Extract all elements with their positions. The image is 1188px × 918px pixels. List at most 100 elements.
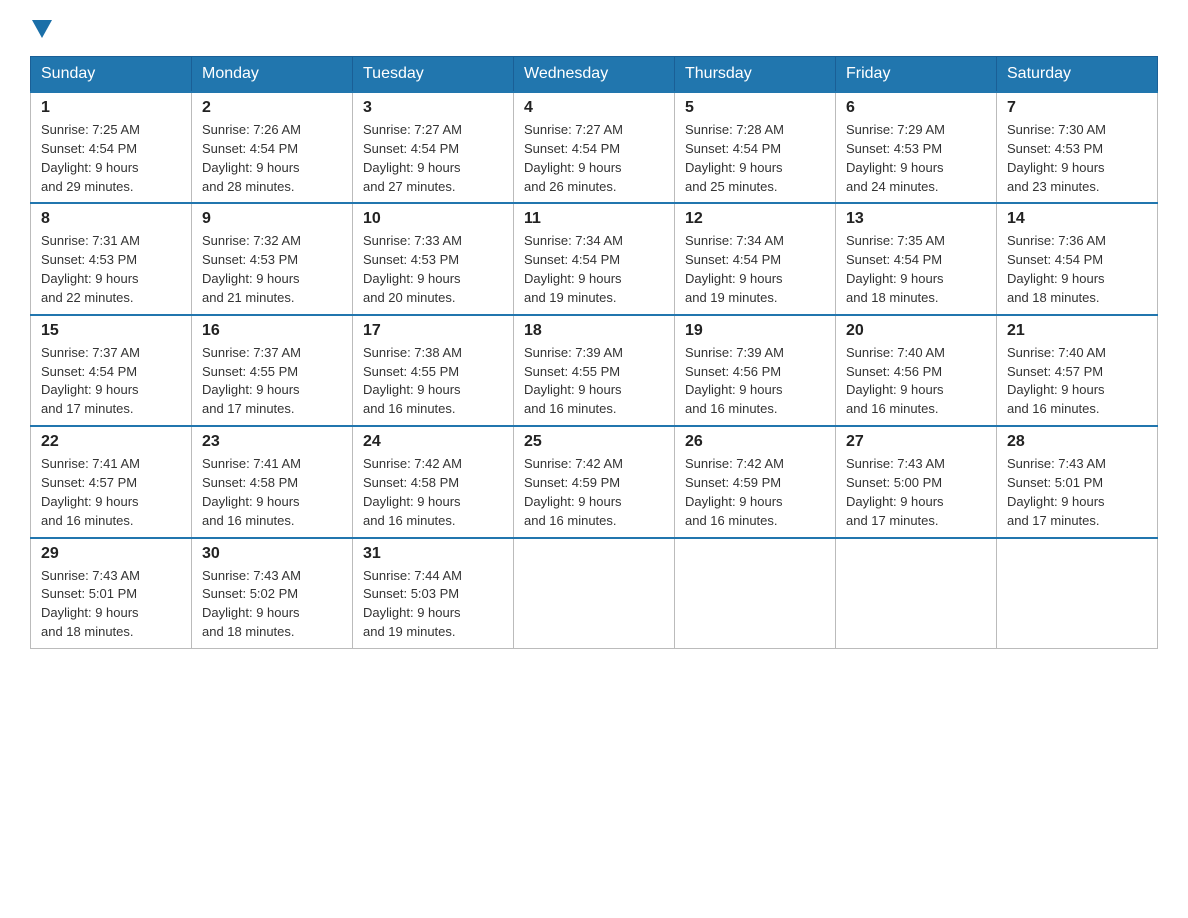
day-info: Sunrise: 7:30 AMSunset: 4:53 PMDaylight:… <box>1007 122 1106 194</box>
calendar-cell: 30 Sunrise: 7:43 AMSunset: 5:02 PMDaylig… <box>192 538 353 649</box>
calendar-cell: 1 Sunrise: 7:25 AMSunset: 4:54 PMDayligh… <box>31 92 192 203</box>
day-info: Sunrise: 7:39 AMSunset: 4:56 PMDaylight:… <box>685 345 784 417</box>
calendar-cell: 13 Sunrise: 7:35 AMSunset: 4:54 PMDaylig… <box>836 203 997 314</box>
calendar-cell: 14 Sunrise: 7:36 AMSunset: 4:54 PMDaylig… <box>997 203 1158 314</box>
calendar-cell: 22 Sunrise: 7:41 AMSunset: 4:57 PMDaylig… <box>31 426 192 537</box>
day-number: 26 <box>685 433 825 451</box>
calendar-cell: 17 Sunrise: 7:38 AMSunset: 4:55 PMDaylig… <box>353 315 514 426</box>
day-info: Sunrise: 7:28 AMSunset: 4:54 PMDaylight:… <box>685 122 784 194</box>
calendar-cell: 20 Sunrise: 7:40 AMSunset: 4:56 PMDaylig… <box>836 315 997 426</box>
day-info: Sunrise: 7:41 AMSunset: 4:58 PMDaylight:… <box>202 456 301 528</box>
day-number: 6 <box>846 99 986 117</box>
day-number: 30 <box>202 545 342 563</box>
calendar-week-row: 8 Sunrise: 7:31 AMSunset: 4:53 PMDayligh… <box>31 203 1158 314</box>
day-number: 24 <box>363 433 503 451</box>
day-info: Sunrise: 7:38 AMSunset: 4:55 PMDaylight:… <box>363 345 462 417</box>
day-number: 27 <box>846 433 986 451</box>
day-number: 21 <box>1007 322 1147 340</box>
day-info: Sunrise: 7:42 AMSunset: 4:58 PMDaylight:… <box>363 456 462 528</box>
day-number: 23 <box>202 433 342 451</box>
calendar-header-wednesday: Wednesday <box>514 57 675 93</box>
day-number: 17 <box>363 322 503 340</box>
day-number: 14 <box>1007 210 1147 228</box>
calendar-cell: 21 Sunrise: 7:40 AMSunset: 4:57 PMDaylig… <box>997 315 1158 426</box>
day-info: Sunrise: 7:29 AMSunset: 4:53 PMDaylight:… <box>846 122 945 194</box>
calendar-week-row: 29 Sunrise: 7:43 AMSunset: 5:01 PMDaylig… <box>31 538 1158 649</box>
day-info: Sunrise: 7:41 AMSunset: 4:57 PMDaylight:… <box>41 456 140 528</box>
calendar-cell: 2 Sunrise: 7:26 AMSunset: 4:54 PMDayligh… <box>192 92 353 203</box>
calendar-cell: 15 Sunrise: 7:37 AMSunset: 4:54 PMDaylig… <box>31 315 192 426</box>
day-info: Sunrise: 7:42 AMSunset: 4:59 PMDaylight:… <box>524 456 623 528</box>
day-number: 8 <box>41 210 181 228</box>
day-info: Sunrise: 7:35 AMSunset: 4:54 PMDaylight:… <box>846 233 945 305</box>
day-info: Sunrise: 7:43 AMSunset: 5:01 PMDaylight:… <box>1007 456 1106 528</box>
calendar-cell: 29 Sunrise: 7:43 AMSunset: 5:01 PMDaylig… <box>31 538 192 649</box>
logo <box>30 20 54 38</box>
day-info: Sunrise: 7:26 AMSunset: 4:54 PMDaylight:… <box>202 122 301 194</box>
day-info: Sunrise: 7:31 AMSunset: 4:53 PMDaylight:… <box>41 233 140 305</box>
calendar-header-saturday: Saturday <box>997 57 1158 93</box>
calendar-cell: 26 Sunrise: 7:42 AMSunset: 4:59 PMDaylig… <box>675 426 836 537</box>
calendar-header-tuesday: Tuesday <box>353 57 514 93</box>
calendar-header-sunday: Sunday <box>31 57 192 93</box>
day-number: 3 <box>363 99 503 117</box>
calendar-cell: 16 Sunrise: 7:37 AMSunset: 4:55 PMDaylig… <box>192 315 353 426</box>
calendar-header-row: SundayMondayTuesdayWednesdayThursdayFrid… <box>31 57 1158 93</box>
calendar-cell: 23 Sunrise: 7:41 AMSunset: 4:58 PMDaylig… <box>192 426 353 537</box>
day-info: Sunrise: 7:34 AMSunset: 4:54 PMDaylight:… <box>685 233 784 305</box>
calendar-cell: 31 Sunrise: 7:44 AMSunset: 5:03 PMDaylig… <box>353 538 514 649</box>
day-number: 7 <box>1007 99 1147 117</box>
calendar-cell: 8 Sunrise: 7:31 AMSunset: 4:53 PMDayligh… <box>31 203 192 314</box>
day-number: 22 <box>41 433 181 451</box>
logo-triangle-icon <box>32 20 52 38</box>
day-number: 15 <box>41 322 181 340</box>
day-number: 9 <box>202 210 342 228</box>
day-number: 1 <box>41 99 181 117</box>
calendar-cell: 10 Sunrise: 7:33 AMSunset: 4:53 PMDaylig… <box>353 203 514 314</box>
calendar-cell: 6 Sunrise: 7:29 AMSunset: 4:53 PMDayligh… <box>836 92 997 203</box>
day-number: 28 <box>1007 433 1147 451</box>
day-number: 16 <box>202 322 342 340</box>
day-info: Sunrise: 7:39 AMSunset: 4:55 PMDaylight:… <box>524 345 623 417</box>
day-info: Sunrise: 7:43 AMSunset: 5:02 PMDaylight:… <box>202 568 301 640</box>
day-info: Sunrise: 7:27 AMSunset: 4:54 PMDaylight:… <box>524 122 623 194</box>
calendar-cell <box>514 538 675 649</box>
day-info: Sunrise: 7:34 AMSunset: 4:54 PMDaylight:… <box>524 233 623 305</box>
day-number: 18 <box>524 322 664 340</box>
day-number: 10 <box>363 210 503 228</box>
day-info: Sunrise: 7:42 AMSunset: 4:59 PMDaylight:… <box>685 456 784 528</box>
calendar-week-row: 15 Sunrise: 7:37 AMSunset: 4:54 PMDaylig… <box>31 315 1158 426</box>
day-info: Sunrise: 7:37 AMSunset: 4:54 PMDaylight:… <box>41 345 140 417</box>
calendar-cell: 4 Sunrise: 7:27 AMSunset: 4:54 PMDayligh… <box>514 92 675 203</box>
calendar-cell: 12 Sunrise: 7:34 AMSunset: 4:54 PMDaylig… <box>675 203 836 314</box>
calendar-cell: 11 Sunrise: 7:34 AMSunset: 4:54 PMDaylig… <box>514 203 675 314</box>
calendar-cell: 18 Sunrise: 7:39 AMSunset: 4:55 PMDaylig… <box>514 315 675 426</box>
calendar-cell: 9 Sunrise: 7:32 AMSunset: 4:53 PMDayligh… <box>192 203 353 314</box>
day-info: Sunrise: 7:25 AMSunset: 4:54 PMDaylight:… <box>41 122 140 194</box>
calendar-week-row: 1 Sunrise: 7:25 AMSunset: 4:54 PMDayligh… <box>31 92 1158 203</box>
calendar-cell: 19 Sunrise: 7:39 AMSunset: 4:56 PMDaylig… <box>675 315 836 426</box>
calendar-cell: 27 Sunrise: 7:43 AMSunset: 5:00 PMDaylig… <box>836 426 997 537</box>
day-info: Sunrise: 7:44 AMSunset: 5:03 PMDaylight:… <box>363 568 462 640</box>
day-number: 31 <box>363 545 503 563</box>
calendar-cell: 24 Sunrise: 7:42 AMSunset: 4:58 PMDaylig… <box>353 426 514 537</box>
calendar-cell: 28 Sunrise: 7:43 AMSunset: 5:01 PMDaylig… <box>997 426 1158 537</box>
calendar-header-friday: Friday <box>836 57 997 93</box>
calendar-cell: 3 Sunrise: 7:27 AMSunset: 4:54 PMDayligh… <box>353 92 514 203</box>
day-number: 4 <box>524 99 664 117</box>
day-number: 5 <box>685 99 825 117</box>
day-info: Sunrise: 7:36 AMSunset: 4:54 PMDaylight:… <box>1007 233 1106 305</box>
day-number: 19 <box>685 322 825 340</box>
calendar-header-thursday: Thursday <box>675 57 836 93</box>
day-number: 12 <box>685 210 825 228</box>
calendar-header-monday: Monday <box>192 57 353 93</box>
calendar-cell: 5 Sunrise: 7:28 AMSunset: 4:54 PMDayligh… <box>675 92 836 203</box>
day-info: Sunrise: 7:27 AMSunset: 4:54 PMDaylight:… <box>363 122 462 194</box>
day-number: 20 <box>846 322 986 340</box>
calendar-cell: 25 Sunrise: 7:42 AMSunset: 4:59 PMDaylig… <box>514 426 675 537</box>
day-info: Sunrise: 7:32 AMSunset: 4:53 PMDaylight:… <box>202 233 301 305</box>
day-info: Sunrise: 7:43 AMSunset: 5:00 PMDaylight:… <box>846 456 945 528</box>
day-info: Sunrise: 7:40 AMSunset: 4:56 PMDaylight:… <box>846 345 945 417</box>
day-info: Sunrise: 7:33 AMSunset: 4:53 PMDaylight:… <box>363 233 462 305</box>
day-number: 29 <box>41 545 181 563</box>
